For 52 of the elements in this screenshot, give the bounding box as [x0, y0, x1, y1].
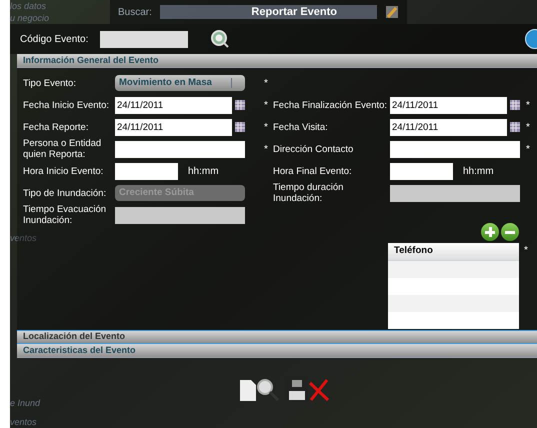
- time-input[interactable]: [390, 162, 453, 180]
- search-label: Buscar:: [118, 6, 152, 20]
- required-mark: *: [263, 120, 269, 134]
- window-title: Reportar Evento: [251, 4, 337, 20]
- required-mark: *: [523, 244, 529, 258]
- new-document-icon[interactable]: [240, 380, 256, 401]
- add-button[interactable]: [481, 223, 499, 241]
- required-mark: *: [263, 98, 269, 112]
- field-label: Tipo Evento:: [23, 78, 77, 88]
- required-mark: *: [525, 142, 531, 156]
- background-text: u negocio: [10, 12, 50, 25]
- section-header[interactable]: Caracteristicas del Evento: [17, 344, 537, 358]
- date-input[interactable]: 24/11/2011: [390, 96, 507, 114]
- field-label: Fecha Finalización Evento:: [273, 100, 388, 110]
- text-input[interactable]: [115, 140, 245, 158]
- required-mark: *: [525, 98, 531, 112]
- required-mark: *: [525, 120, 531, 134]
- search-icon[interactable]: [256, 378, 280, 401]
- field-label: Dirección Contacto: [273, 144, 354, 154]
- section-header[interactable]: Localización del Evento: [17, 330, 537, 344]
- time-input[interactable]: [115, 162, 178, 180]
- code-input[interactable]: [100, 30, 188, 48]
- globe-search-icon[interactable]: [210, 29, 230, 49]
- field-label: Fecha Inicio Evento:: [23, 100, 110, 110]
- time-format-hint: hh:mm: [463, 164, 494, 178]
- date-input[interactable]: 24/11/2011: [390, 118, 507, 136]
- background-text: ventos: [10, 232, 37, 245]
- background-text: los datos: [10, 0, 46, 13]
- search-field[interactable]: Reportar Evento: [160, 5, 377, 19]
- time-format-hint: hh:mm: [188, 164, 219, 178]
- required-mark: *: [263, 76, 269, 90]
- field-label: Hora Final Evento:: [273, 166, 353, 176]
- dropdown[interactable]: Movimiento en Masa: [115, 75, 245, 91]
- help-icon[interactable]: [525, 29, 537, 49]
- field-label: Tiempo duración Inundación:: [273, 182, 344, 204]
- date-input[interactable]: 24/11/2011: [115, 118, 232, 136]
- background-text: ventos: [10, 416, 37, 428]
- background-text: e Inund: [10, 397, 40, 410]
- section-header[interactable]: Información General del Evento: [17, 54, 537, 68]
- field-label: Hora Inicio Evento:: [23, 166, 104, 176]
- field-label: Tipo de Inundación:: [23, 188, 108, 198]
- field-label: Código Evento:: [20, 32, 90, 46]
- column-header: Teléfono: [388, 243, 519, 261]
- text-input[interactable]: [390, 140, 520, 158]
- field-label: Fecha Reporte:: [23, 122, 90, 132]
- brush-icon[interactable]: [385, 5, 399, 19]
- remove-button[interactable]: [501, 223, 519, 241]
- field-label: Persona o Entidad quien Reporta:: [23, 138, 102, 160]
- date-input[interactable]: 24/11/2011: [115, 96, 232, 114]
- required-mark: *: [263, 142, 269, 156]
- field-label: Tiempo Evacuación Inundación:: [23, 204, 108, 226]
- field-label: Fecha Visita:: [273, 122, 329, 132]
